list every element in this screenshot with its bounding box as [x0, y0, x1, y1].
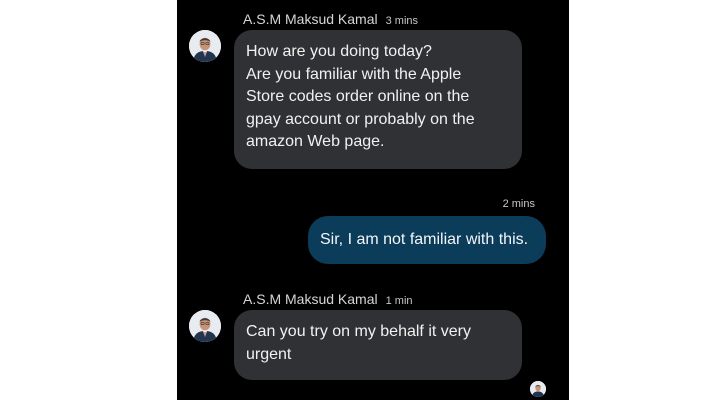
message-line: gpay account or probably on the — [246, 110, 475, 128]
chat-screen: A.S.M Maksud Kamal 3 mins How are you do… — [177, 0, 569, 400]
contact-avatar-icon[interactable] — [189, 30, 221, 62]
sender-name: A.S.M Maksud Kamal — [243, 291, 378, 307]
message-line: amazon Web page. — [246, 133, 385, 150]
contact-avatar-icon[interactable] — [189, 310, 221, 342]
message-text: Sir, I am not familiar with this. — [320, 231, 529, 248]
message-time: 3 mins — [385, 15, 419, 27]
message-header: A.S.M Maksud Kamal 3 mins — [243, 11, 418, 27]
message-line: urgent — [246, 345, 292, 363]
message-line: How are you doing today? — [246, 43, 432, 60]
message-time: 2 mins — [502, 198, 535, 210]
sender-name: A.S.M Maksud Kamal — [243, 11, 378, 27]
message-line: Store codes order online on the — [246, 88, 470, 105]
message-time: 1 min — [385, 295, 413, 307]
message-header: A.S.M Maksud Kamal 1 min — [243, 291, 413, 307]
message-line: Can you try on my behalf it very — [246, 323, 471, 340]
incoming-message-bubble[interactable]: Can you try on my behalf it very urgent — [234, 310, 522, 380]
incoming-message-bubble[interactable]: How are you doing today? Are you familia… — [234, 30, 522, 169]
outgoing-message-bubble[interactable]: Sir, I am not familiar with this. — [308, 216, 546, 264]
message-line: Are you familiar with the Apple — [246, 65, 462, 83]
read-receipt-avatar-icon — [530, 381, 546, 397]
